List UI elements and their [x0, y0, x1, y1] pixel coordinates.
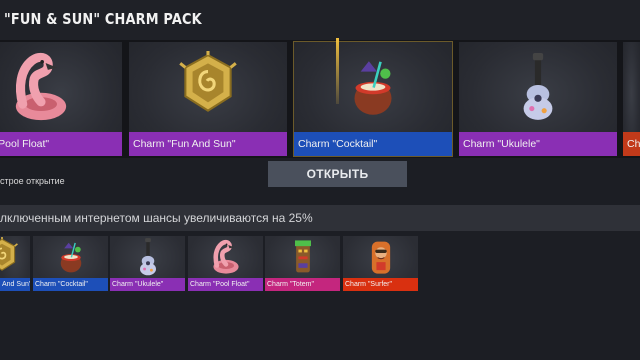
carousel-card-label: Cha [623, 132, 640, 156]
ukulele-icon [459, 42, 617, 132]
sun-badge-icon [129, 42, 287, 132]
sun-badge-icon [0, 236, 30, 278]
carousel-card-label: Charm "Ukulele" [459, 132, 617, 156]
content-item-label: Charm "Surfer" [343, 278, 418, 291]
content-item-ukulele[interactable]: Charm "Ukulele" [110, 236, 185, 291]
quick-open-label[interactable]: строе открытие [0, 176, 65, 186]
carousel-card-label: Charm "Cocktail" [294, 132, 452, 156]
surfer-icon [343, 236, 418, 278]
carousel-card-pool-float: Charm "Pool Float" [0, 42, 122, 156]
content-item-label: Charm "Totem" [265, 278, 340, 291]
content-item-label: Charm "Pool Float" [188, 278, 263, 291]
carousel-card-fun-and-sun: Charm "Fun And Sun" [129, 42, 287, 156]
coconut-cocktail-icon [294, 42, 452, 132]
content-item-totem[interactable]: Charm "Totem" [265, 236, 340, 291]
flamingo-float-icon [0, 42, 122, 132]
page-title: "FUN & SUN" CHARM PACK [4, 10, 202, 28]
content-item-label: Charm "Ukulele" [110, 278, 185, 291]
carousel-card-partial: Cha [623, 42, 640, 156]
flamingo-float-icon [188, 236, 263, 278]
content-item-fun-and-sun[interactable]: And Sun" [0, 236, 30, 291]
info-text: лключенным интернетом шансы увеличиваютс… [0, 211, 313, 225]
content-item-cocktail[interactable]: Charm "Cocktail" [33, 236, 108, 291]
content-item-label: And Sun" [0, 278, 30, 291]
ukulele-icon [110, 236, 185, 278]
carousel-card-cocktail: Charm "Cocktail" [293, 41, 453, 157]
content-item-surfer[interactable]: Charm "Surfer" [343, 236, 418, 291]
coconut-cocktail-icon [33, 236, 108, 278]
carousel-card-ukulele: Charm "Ukulele" [459, 42, 617, 156]
content-item-label: Charm "Cocktail" [33, 278, 108, 291]
carousel-card-label: Charm "Pool Float" [0, 132, 122, 156]
roll-pointer [336, 38, 339, 104]
totem-icon [265, 236, 340, 278]
content-item-pool-float[interactable]: Charm "Pool Float" [188, 236, 263, 291]
open-button[interactable]: ОТКРЫТЬ [268, 161, 407, 187]
carousel-card-label: Charm "Fun And Sun" [129, 132, 287, 156]
